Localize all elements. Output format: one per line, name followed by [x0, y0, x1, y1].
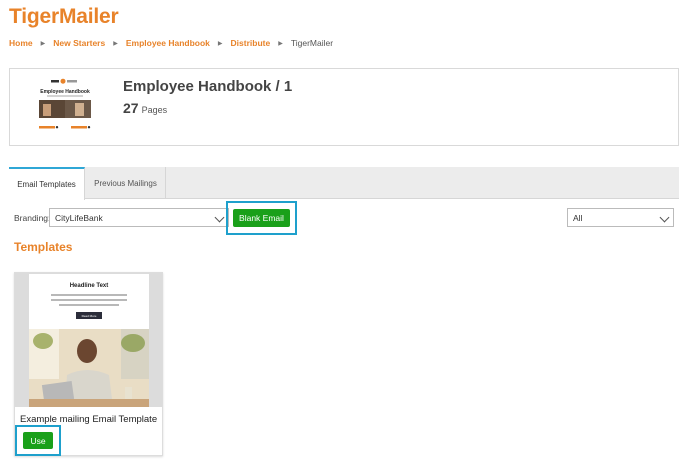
app-logo[interactable]: TigerMailer	[9, 5, 119, 29]
template-preview[interactable]: Headline Text Read More	[15, 273, 162, 407]
preview-text-line	[51, 299, 127, 301]
document-page-count: 27 Pages	[123, 100, 167, 116]
preview-read-more-button: Read More	[76, 312, 102, 319]
template-filter-select[interactable]: All	[567, 208, 674, 227]
page-count-label: Pages	[141, 105, 168, 115]
use-template-button[interactable]: Use	[23, 432, 53, 449]
breadcrumb-distribute[interactable]: Distribute	[231, 38, 271, 48]
triangle-right-icon: ▶	[217, 40, 223, 47]
document-title: Employee Handbook / 1	[123, 78, 293, 95]
triangle-right-icon: ▶	[40, 40, 46, 47]
triangle-right-icon: ▶	[113, 40, 118, 47]
breadcrumb-employee-handbook[interactable]: Employee Handbook	[126, 38, 210, 48]
blank-email-highlight: Blank Email	[226, 201, 297, 235]
blank-email-button[interactable]: Blank Email	[233, 209, 290, 227]
chevron-down-icon	[659, 212, 670, 223]
breadcrumb: Home ▶ New Starters ▶ Employee Handbook …	[9, 38, 333, 48]
document-thumbnail: Employee Handbook	[35, 77, 95, 139]
template-filter-value: All	[573, 212, 583, 223]
branding-select-value: CityLifeBank	[55, 212, 103, 223]
preview-text-line	[59, 304, 119, 306]
thumbnail-title: Employee Handbook	[40, 89, 90, 95]
document-summary-card: Employee Handbook Employee Handbook / 1 …	[9, 68, 679, 146]
use-button-highlight: Use	[15, 425, 61, 456]
tab-previous-mailings[interactable]: Previous Mailings	[86, 167, 166, 199]
breadcrumb-current: TigerMailer	[290, 38, 334, 48]
tab-email-templates[interactable]: Email Templates	[9, 167, 85, 200]
chevron-down-icon	[214, 212, 225, 223]
preview-text-line	[51, 294, 127, 296]
template-card: Headline Text Read More Example mailing …	[14, 272, 163, 456]
templates-heading: Templates	[14, 240, 73, 254]
breadcrumb-home[interactable]: Home	[9, 38, 33, 48]
template-name: Example mailing Email Template	[20, 414, 158, 425]
branding-select[interactable]: CityLifeBank	[49, 208, 229, 227]
template-preview-page: Headline Text Read More	[29, 274, 149, 407]
page-count-number: 27	[123, 100, 139, 116]
preview-headline: Headline Text	[69, 283, 109, 289]
tabs-bar: Email Templates Previous Mailings	[9, 167, 679, 200]
triangle-right-icon: ▶	[278, 40, 283, 47]
branding-label: Branding:	[14, 213, 51, 223]
breadcrumb-new-starters[interactable]: New Starters	[53, 38, 105, 48]
preview-photo	[29, 329, 149, 407]
